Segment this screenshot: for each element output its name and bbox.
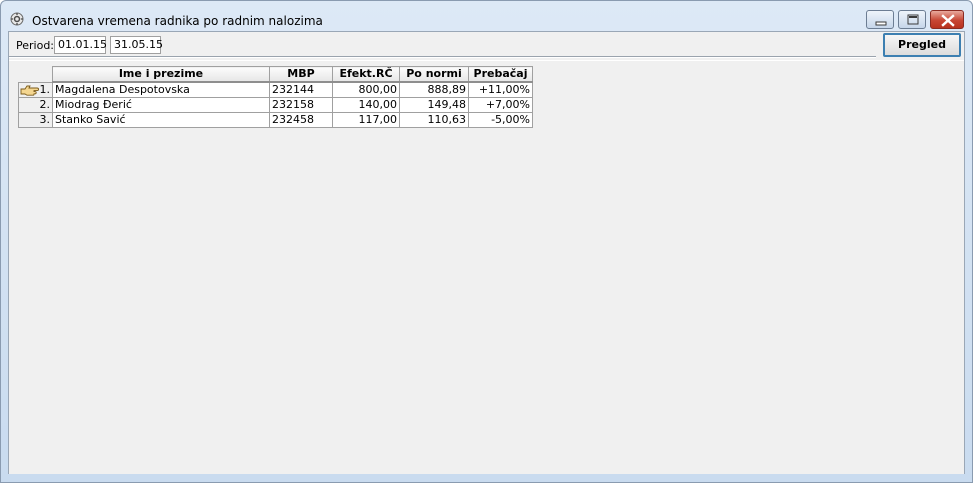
cell-efekt[interactable]: 117,00 xyxy=(332,112,400,128)
cell-name[interactable]: Miodrag Đerić xyxy=(52,97,270,113)
app-window: Ostvarena vremena radnika po radnim nalo… xyxy=(0,0,973,483)
cell-po-normi[interactable]: 110,63 xyxy=(399,112,469,128)
cell-name[interactable]: Stanko Savić xyxy=(52,112,270,128)
pregled-button[interactable]: Pregled xyxy=(883,33,961,57)
window-title: Ostvarena vremena radnika po radnim nalo… xyxy=(32,14,323,28)
grid-panel: Ime i prezime MBP Efekt.RČ Po normi Preb… xyxy=(9,60,964,474)
cell-mbp[interactable]: 232158 xyxy=(269,97,333,113)
column-header-mbp[interactable]: MBP xyxy=(269,66,333,83)
column-header-prebacaj[interactable]: Prebačaj xyxy=(468,66,533,83)
window-bottom-edge xyxy=(8,475,965,480)
cell-efekt[interactable]: 140,00 xyxy=(332,97,400,113)
cell-mbp[interactable]: 232458 xyxy=(269,112,333,128)
column-header-name[interactable]: Ime i prezime xyxy=(52,66,270,83)
column-header-po-normi[interactable]: Po normi xyxy=(399,66,469,83)
grid-header-row: Ime i prezime MBP Efekt.RČ Po normi Preb… xyxy=(18,66,533,83)
maximize-button[interactable] xyxy=(898,10,926,29)
date-from-field[interactable]: 01.01.15 xyxy=(54,36,107,54)
window-client-area: Period: 01.01.15 31.05.15 Pregled Ime i … xyxy=(8,31,965,474)
date-to-field[interactable]: 31.05.15 xyxy=(110,36,163,54)
cell-po-normi[interactable]: 888,89 xyxy=(399,81,469,98)
toolbar-divider xyxy=(9,56,876,58)
cell-name[interactable]: Magdalena Despotovska xyxy=(52,81,270,98)
cell-prebacaj[interactable]: +11,00% xyxy=(468,81,533,98)
row-number-text: 1. xyxy=(39,82,51,96)
hand-pointer-icon xyxy=(20,85,40,96)
maximize-icon xyxy=(907,14,919,25)
close-icon xyxy=(941,14,955,27)
gear-icon xyxy=(10,12,24,26)
period-label: Period: xyxy=(16,39,55,52)
row-number[interactable]: 1. xyxy=(18,81,53,98)
cell-prebacaj[interactable]: +7,00% xyxy=(468,97,533,113)
results-grid: Ime i prezime MBP Efekt.RČ Po normi Preb… xyxy=(18,66,533,128)
cell-efekt[interactable]: 800,00 xyxy=(332,81,400,98)
cell-mbp[interactable]: 232144 xyxy=(269,81,333,98)
minimize-icon xyxy=(875,21,887,26)
row-number[interactable]: 2. xyxy=(18,97,53,113)
column-header-efekt[interactable]: Efekt.RČ xyxy=(332,66,400,83)
row-number[interactable]: 3. xyxy=(18,112,53,128)
title-bar[interactable]: Ostvarena vremena radnika po radnim nalo… xyxy=(1,1,972,31)
grid-corner xyxy=(18,66,53,83)
cell-prebacaj[interactable]: -5,00% xyxy=(468,112,533,128)
table-row[interactable]: 1. Magdalena Despotovska 232144 800,00 8… xyxy=(18,81,533,98)
cell-po-normi[interactable]: 149,48 xyxy=(399,97,469,113)
close-button[interactable] xyxy=(930,10,964,29)
table-row[interactable]: 2. Miodrag Đerić 232158 140,00 149,48 +7… xyxy=(18,97,533,113)
minimize-button[interactable] xyxy=(866,10,894,29)
table-row[interactable]: 3. Stanko Savić 232458 117,00 110,63 -5,… xyxy=(18,112,533,128)
